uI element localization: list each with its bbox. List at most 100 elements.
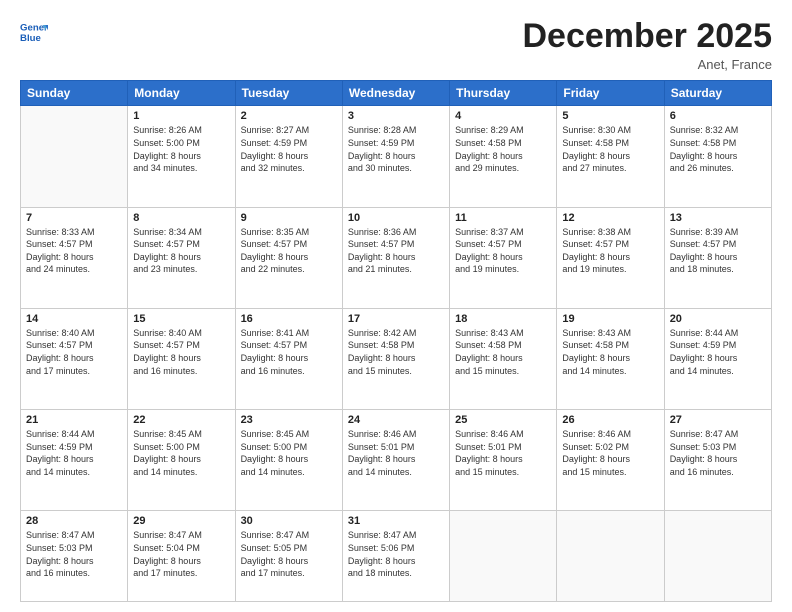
day-info: Sunset: 4:58 PM: [562, 137, 658, 150]
calendar-table: Sunday Monday Tuesday Wednesday Thursday…: [20, 80, 772, 602]
day-info: Sunrise: 8:30 AM: [562, 124, 658, 137]
day-info: and 26 minutes.: [670, 162, 766, 175]
day-number: 5: [562, 110, 658, 122]
table-row: 22Sunrise: 8:45 AMSunset: 5:00 PMDayligh…: [128, 410, 235, 511]
day-info: Sunrise: 8:47 AM: [348, 529, 444, 542]
day-info: Sunrise: 8:35 AM: [241, 226, 337, 239]
table-row: 21Sunrise: 8:44 AMSunset: 4:59 PMDayligh…: [21, 410, 128, 511]
day-info: Sunrise: 8:47 AM: [670, 428, 766, 441]
day-info: Sunset: 4:58 PM: [455, 339, 551, 352]
day-info: and 14 minutes.: [133, 466, 229, 479]
day-info: Daylight: 8 hours: [241, 555, 337, 568]
day-info: Sunrise: 8:46 AM: [455, 428, 551, 441]
day-info: Sunrise: 8:36 AM: [348, 226, 444, 239]
day-info: Sunrise: 8:29 AM: [455, 124, 551, 137]
day-number: 9: [241, 212, 337, 224]
logo: General Blue: [20, 18, 48, 46]
day-info: and 18 minutes.: [348, 567, 444, 580]
day-info: Sunrise: 8:47 AM: [133, 529, 229, 542]
day-info: Sunrise: 8:40 AM: [26, 327, 122, 340]
day-info: and 15 minutes.: [562, 466, 658, 479]
day-info: Daylight: 8 hours: [133, 453, 229, 466]
day-info: Sunset: 5:06 PM: [348, 542, 444, 555]
day-number: 27: [670, 414, 766, 426]
day-info: Sunrise: 8:38 AM: [562, 226, 658, 239]
day-info: Daylight: 8 hours: [562, 352, 658, 365]
day-info: and 24 minutes.: [26, 263, 122, 276]
day-info: Sunrise: 8:47 AM: [241, 529, 337, 542]
day-number: 24: [348, 414, 444, 426]
col-monday: Monday: [128, 81, 235, 106]
col-friday: Friday: [557, 81, 664, 106]
table-row: [557, 511, 664, 602]
svg-text:General: General: [20, 22, 48, 33]
day-info: Daylight: 8 hours: [241, 150, 337, 163]
day-number: 2: [241, 110, 337, 122]
col-wednesday: Wednesday: [342, 81, 449, 106]
day-info: Daylight: 8 hours: [455, 352, 551, 365]
day-number: 25: [455, 414, 551, 426]
table-row: 11Sunrise: 8:37 AMSunset: 4:57 PMDayligh…: [450, 207, 557, 308]
table-row: 18Sunrise: 8:43 AMSunset: 4:58 PMDayligh…: [450, 308, 557, 409]
table-row: 30Sunrise: 8:47 AMSunset: 5:05 PMDayligh…: [235, 511, 342, 602]
day-number: 14: [26, 313, 122, 325]
day-number: 11: [455, 212, 551, 224]
day-info: Daylight: 8 hours: [133, 150, 229, 163]
day-number: 10: [348, 212, 444, 224]
day-info: Sunrise: 8:37 AM: [455, 226, 551, 239]
day-info: and 32 minutes.: [241, 162, 337, 175]
day-info: Daylight: 8 hours: [455, 251, 551, 264]
location: Anet, France: [522, 57, 772, 72]
day-info: Daylight: 8 hours: [348, 251, 444, 264]
table-row: 14Sunrise: 8:40 AMSunset: 4:57 PMDayligh…: [21, 308, 128, 409]
day-info: and 27 minutes.: [562, 162, 658, 175]
day-number: 29: [133, 515, 229, 527]
day-info: Sunset: 4:59 PM: [26, 441, 122, 454]
day-info: and 17 minutes.: [241, 567, 337, 580]
day-number: 31: [348, 515, 444, 527]
day-info: and 15 minutes.: [455, 365, 551, 378]
day-info: Sunrise: 8:26 AM: [133, 124, 229, 137]
day-info: and 18 minutes.: [670, 263, 766, 276]
day-number: 28: [26, 515, 122, 527]
day-info: Sunset: 4:59 PM: [670, 339, 766, 352]
day-info: and 14 minutes.: [670, 365, 766, 378]
day-info: and 14 minutes.: [562, 365, 658, 378]
table-row: 8Sunrise: 8:34 AMSunset: 4:57 PMDaylight…: [128, 207, 235, 308]
day-info: Daylight: 8 hours: [241, 453, 337, 466]
table-row: 27 Sunrise: 8:47 AMSunset: 5:03 PMDayligh…: [664, 410, 771, 511]
page: General Blue December 2025 Anet, France …: [0, 0, 792, 612]
day-info: and 14 minutes.: [26, 466, 122, 479]
day-info: Daylight: 8 hours: [670, 453, 766, 466]
day-info: and 21 minutes.: [348, 263, 444, 276]
day-info: and 23 minutes.: [133, 263, 229, 276]
logo-icon: General Blue: [20, 18, 48, 46]
table-row: 5Sunrise: 8:30 AMSunset: 4:58 PMDaylight…: [557, 106, 664, 207]
day-number: 16: [241, 313, 337, 325]
day-info: Daylight: 8 hours: [26, 453, 122, 466]
table-row: [664, 511, 771, 602]
day-info: Sunset: 4:59 PM: [348, 137, 444, 150]
day-info: Sunset: 5:00 PM: [133, 137, 229, 150]
day-number: 30: [241, 515, 337, 527]
col-tuesday: Tuesday: [235, 81, 342, 106]
day-info: Sunset: 5:03 PM: [26, 542, 122, 555]
day-info: Sunset: 5:03 PM: [670, 441, 766, 454]
table-row: 23Sunrise: 8:45 AMSunset: 5:00 PMDayligh…: [235, 410, 342, 511]
table-row: 19Sunrise: 8:43 AMSunset: 4:58 PMDayligh…: [557, 308, 664, 409]
day-info: Sunrise: 8:34 AM: [133, 226, 229, 239]
day-info: Daylight: 8 hours: [455, 150, 551, 163]
table-row: [21, 106, 128, 207]
day-info: Sunset: 4:57 PM: [133, 238, 229, 251]
day-info: Daylight: 8 hours: [348, 555, 444, 568]
day-info: Sunset: 4:57 PM: [348, 238, 444, 251]
day-info: Sunset: 4:57 PM: [26, 238, 122, 251]
day-info: Sunset: 5:01 PM: [455, 441, 551, 454]
day-info: Sunset: 4:57 PM: [670, 238, 766, 251]
day-info: and 15 minutes.: [455, 466, 551, 479]
day-info: Sunrise: 8:43 AM: [562, 327, 658, 340]
day-number: 6: [670, 110, 766, 122]
day-info: and 16 minutes.: [133, 365, 229, 378]
day-info: Sunset: 5:01 PM: [348, 441, 444, 454]
day-info: Daylight: 8 hours: [562, 251, 658, 264]
